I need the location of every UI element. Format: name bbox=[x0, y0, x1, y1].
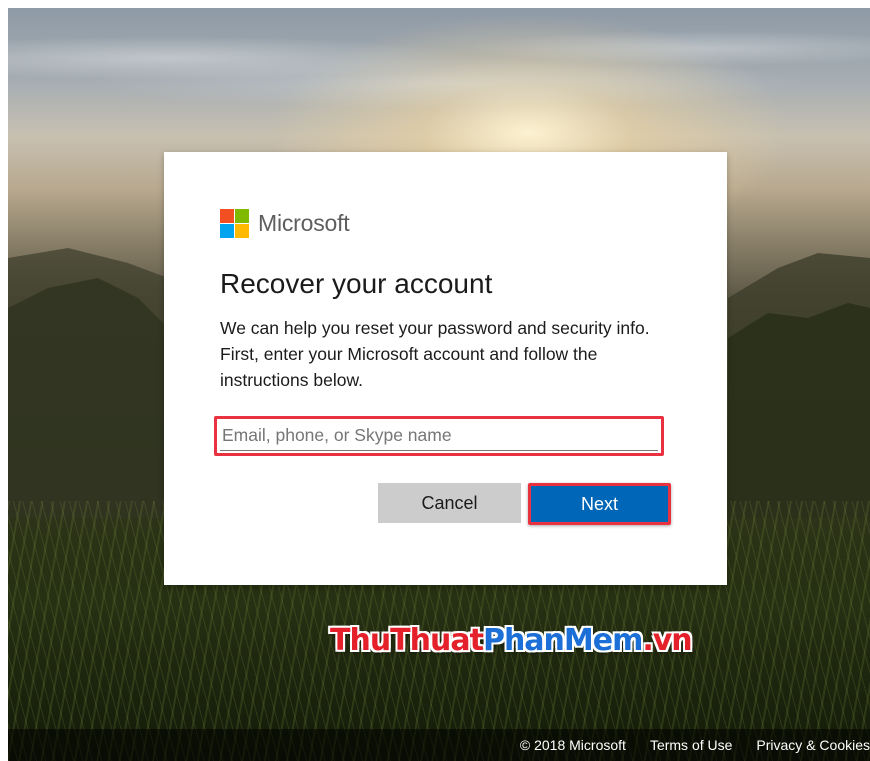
next-button[interactable]: Next bbox=[531, 486, 668, 522]
brand-name: Microsoft bbox=[258, 210, 350, 236]
recover-account-card: Microsoft Recover your account We can he… bbox=[164, 152, 727, 585]
footer-privacy-link[interactable]: Privacy & Cookies bbox=[756, 737, 870, 753]
microsoft-logo-row: Microsoft bbox=[220, 208, 350, 238]
screen: Microsoft Recover your account We can he… bbox=[0, 0, 870, 761]
microsoft-logo-icon bbox=[220, 208, 249, 238]
cancel-button[interactable]: Cancel bbox=[378, 483, 521, 523]
sky-clouds bbox=[8, 8, 870, 168]
logo-square-green bbox=[235, 208, 249, 223]
watermark-part-2: PhanMem bbox=[482, 623, 643, 658]
page-title: Recover your account bbox=[220, 268, 493, 299]
logo-square-blue bbox=[220, 223, 234, 238]
watermark-part-3: .vn bbox=[642, 623, 692, 658]
footer-bar: © 2018 Microsoft Terms of Use Privacy & … bbox=[8, 729, 870, 761]
logo-square-red bbox=[220, 208, 234, 223]
recover-description: We can help you reset your password and … bbox=[220, 318, 650, 390]
email-phone-skype-input[interactable] bbox=[220, 421, 658, 451]
watermark-logo: ThuThuatPhanMem.vn bbox=[330, 621, 693, 661]
watermark-part-1: ThuThuat bbox=[330, 623, 484, 658]
footer-terms-link[interactable]: Terms of Use bbox=[650, 737, 732, 753]
logo-square-yellow bbox=[235, 223, 249, 238]
footer-copyright: © 2018 Microsoft bbox=[519, 737, 626, 753]
